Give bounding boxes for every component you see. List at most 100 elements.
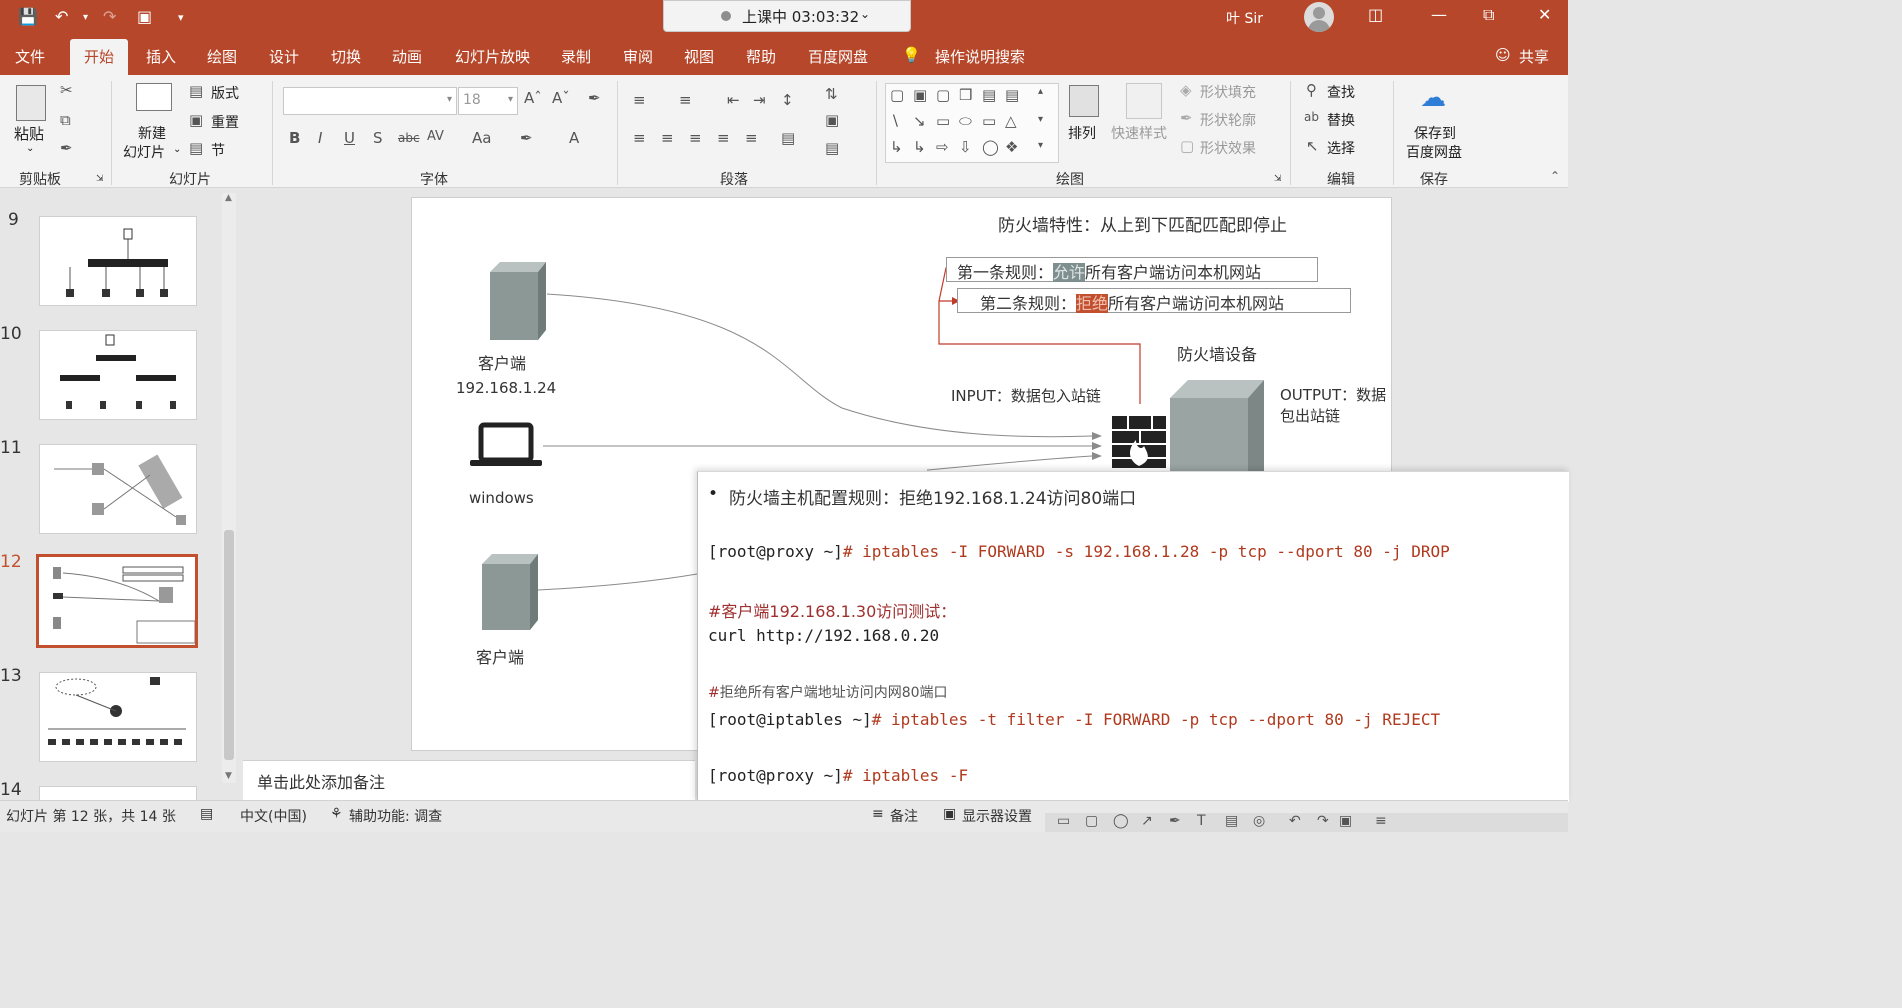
shape-icon[interactable]: ↳ — [890, 138, 903, 156]
restore-icon[interactable]: ⧉ — [1483, 5, 1494, 25]
shape-icon[interactable]: ⇨ — [936, 138, 949, 156]
highlight-icon[interactable]: ✒ — [520, 129, 533, 147]
numbering-icon[interactable]: ≡ — [679, 91, 692, 109]
tab-draw[interactable]: 绘图 — [207, 46, 237, 67]
format-painter-icon[interactable]: ✒ — [60, 139, 73, 157]
save-to-label-2[interactable]: 百度网盘 — [1406, 142, 1462, 162]
tab-record[interactable]: 录制 — [561, 46, 591, 67]
scroll-up-icon[interactable]: ▲ — [225, 193, 232, 203]
pen-icon[interactable]: ✒ — [1169, 813, 1181, 829]
save-icon[interactable]: 💾 — [18, 7, 38, 26]
shape-icon[interactable]: ❖ — [1005, 138, 1018, 156]
copy-icon[interactable]: ⧉ — [60, 111, 71, 129]
pointer-icon[interactable]: ◎ — [1253, 813, 1265, 829]
undo-icon[interactable]: ↶ — [55, 7, 68, 26]
shape-fill-button[interactable]: 形状填充 — [1200, 82, 1256, 102]
shape-icon[interactable]: ▢ — [936, 86, 950, 104]
arrange-icon[interactable] — [1069, 85, 1099, 117]
quick-styles-button[interactable]: 快速样式 — [1111, 123, 1167, 143]
tab-search[interactable]: 操作说明搜索 — [935, 46, 1025, 67]
scroll-down-icon[interactable]: ▼ — [225, 771, 232, 781]
scrollbar-thumb[interactable] — [224, 530, 234, 760]
tab-file[interactable]: 文件 — [15, 46, 45, 67]
italic-icon[interactable]: I — [318, 129, 322, 147]
drawing-toolbar-overlay[interactable]: ▭ ▢ ◯ ↗ ✒ T ▤ ◎ ↶ ↷ ▣ ≡ — [1045, 813, 1568, 832]
font-color-icon[interactable]: A — [569, 129, 579, 147]
bullets-icon[interactable]: ≡ — [633, 91, 646, 109]
layout-button[interactable]: 版式 — [211, 83, 239, 103]
save-to-label-1[interactable]: 保存到 — [1414, 123, 1456, 143]
scroll-down-icon[interactable]: ▾ — [1038, 114, 1043, 125]
find-button[interactable]: 查找 — [1327, 82, 1355, 102]
shapes-gallery[interactable]: ▢ ▣ ▢ ❒ ▤ ▤ ∖ ↘ ▭ ⬭ ▭ △ ↳ ↳ ⇨ ⇩ ◯ ❖ ▴ ▾ … — [885, 83, 1059, 163]
slide-thumbnail[interactable] — [39, 444, 197, 534]
more-shapes-icon[interactable]: ▾ — [1038, 140, 1043, 151]
new-slide-label-2[interactable]: 幻灯片 — [123, 142, 165, 162]
tab-insert[interactable]: 插入 — [146, 46, 176, 67]
shape-icon[interactable]: ↳ — [913, 138, 926, 156]
tab-help[interactable]: 帮助 — [746, 46, 776, 67]
avatar[interactable] — [1304, 2, 1334, 32]
arrange-button[interactable]: 排列 — [1068, 123, 1096, 143]
distribute-icon[interactable]: ≡ — [745, 129, 758, 147]
tab-review[interactable]: 审阅 — [623, 46, 653, 67]
align-center-icon[interactable]: ≡ — [661, 129, 674, 147]
shape-icon[interactable]: ▣ — [913, 86, 927, 104]
display-settings-button[interactable]: 显示器设置 — [962, 806, 1032, 826]
select-button[interactable]: 选择 — [1327, 138, 1355, 158]
circle-icon[interactable]: ◯ — [1113, 813, 1129, 829]
smartart-icon[interactable]: ▤ — [825, 139, 839, 157]
redo-icon[interactable]: ↷ — [103, 7, 116, 26]
terminal-overlay[interactable]: • 防火墙主机配置规则：拒绝192.168.1.24访问80端口 [root@p… — [697, 471, 1569, 802]
tab-slideshow[interactable]: 幻灯片放映 — [455, 46, 530, 67]
paste-button[interactable]: 粘贴 — [14, 123, 44, 144]
paste-icon[interactable] — [16, 85, 46, 121]
minimize-icon[interactable]: — — [1431, 5, 1447, 24]
present-icon[interactable]: ▣ — [137, 7, 152, 26]
align-left-icon[interactable]: ≡ — [633, 129, 646, 147]
char-spacing-icon[interactable]: AV — [427, 129, 444, 144]
drawing-launcher-icon[interactable]: ⇲ — [1274, 174, 1282, 184]
underline-icon[interactable]: U — [344, 129, 355, 147]
spell-check-icon[interactable]: ▤ — [200, 806, 213, 822]
rectangle-icon[interactable]: ▭ — [1057, 813, 1070, 829]
shape-icon[interactable]: ▤ — [982, 86, 996, 104]
align-right-icon[interactable]: ≡ — [689, 129, 702, 147]
text-direction-icon[interactable]: ⇅ — [825, 85, 838, 103]
baidu-cloud-icon[interactable]: ☁ — [1420, 83, 1446, 113]
reset-button[interactable]: 重置 — [211, 112, 239, 132]
slide-thumbnail-selected[interactable] — [36, 554, 198, 648]
bold-icon[interactable]: B — [289, 129, 300, 147]
scroll-up-icon[interactable]: ▴ — [1038, 86, 1043, 97]
increase-indent-icon[interactable]: ⇥ — [753, 91, 766, 109]
shape-icon[interactable]: ∖ — [890, 112, 900, 130]
redo-icon[interactable]: ↷ — [1317, 813, 1329, 829]
shape-icon[interactable]: ▢ — [890, 86, 904, 104]
undo-icon[interactable]: ↶ — [1289, 813, 1301, 829]
clipboard-launcher-icon[interactable]: ⇲ — [96, 174, 104, 184]
ribbon-display-icon[interactable]: ◫ — [1368, 5, 1383, 24]
new-slide-dropdown-icon[interactable]: ⌄ — [173, 144, 181, 155]
font-size-select[interactable]: 18 ▾ — [458, 87, 518, 115]
crop-icon[interactable]: ▣ — [1339, 813, 1352, 829]
language-indicator[interactable]: 中文(中国) — [240, 806, 307, 826]
replace-button[interactable]: 替换 — [1327, 110, 1355, 130]
customize-toolbar-icon[interactable]: ▾ — [178, 11, 184, 24]
font-family-select[interactable]: ▾ — [283, 87, 457, 115]
decrease-indent-icon[interactable]: ⇤ — [727, 91, 740, 109]
accessibility-status[interactable]: 辅助功能: 调查 — [349, 806, 442, 826]
shape-icon[interactable]: ❒ — [959, 86, 972, 104]
tab-animations[interactable]: 动画 — [392, 46, 422, 67]
highlight-icon[interactable]: ▤ — [1225, 813, 1238, 829]
tab-transitions[interactable]: 切换 — [331, 46, 361, 67]
shape-icon[interactable]: ↘ — [913, 112, 926, 130]
shape-icon[interactable]: ▭ — [982, 112, 996, 130]
text-icon[interactable]: T — [1197, 813, 1206, 829]
slide-thumbnail[interactable] — [39, 330, 197, 420]
menu-icon[interactable]: ≡ — [1375, 813, 1387, 829]
shape-icon[interactable]: ▤ — [1005, 86, 1019, 104]
cut-icon[interactable]: ✂ — [60, 81, 73, 99]
increase-font-icon[interactable]: Aˆ — [524, 89, 542, 107]
notes-pane[interactable]: 单击此处添加备注 — [243, 760, 695, 801]
tab-view[interactable]: 视图 — [684, 46, 714, 67]
